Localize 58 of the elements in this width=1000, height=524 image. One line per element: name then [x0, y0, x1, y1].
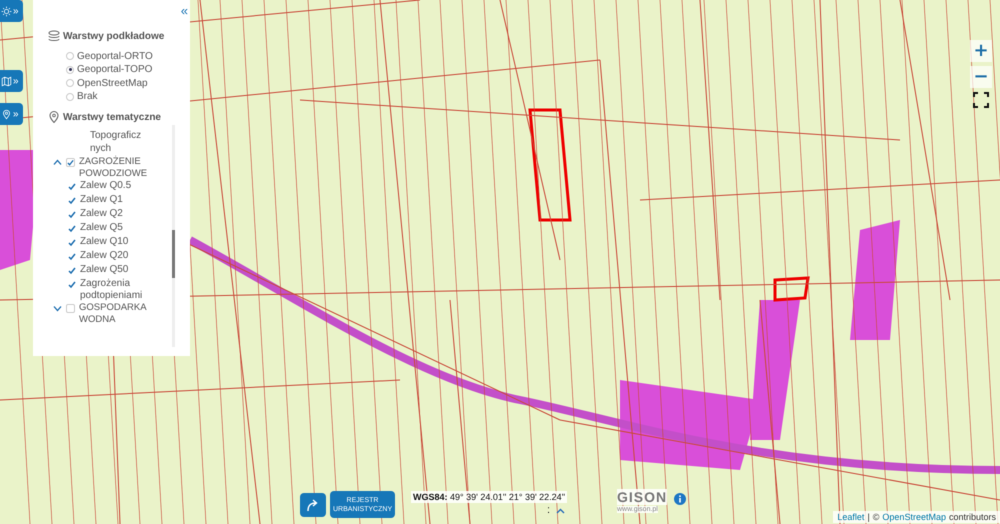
separator-text: |: [867, 512, 870, 522]
radio-button[interactable]: [66, 79, 74, 88]
fullscreen-icon[interactable]: [973, 92, 989, 108]
chevron-down-icon[interactable]: [53, 304, 62, 313]
location-pin-icon: [1, 108, 12, 120]
scrollbar-thumb[interactable]: [172, 230, 175, 278]
radio-button[interactable]: [66, 52, 74, 60]
layer-toggle-button[interactable]: »: [0, 0, 23, 22]
layer-toggle-button[interactable]: »: [0, 70, 23, 92]
layer-label: Zalew Q20: [80, 250, 128, 262]
checkbox[interactable]: [66, 158, 75, 167]
radio-label: Geoportal-TOPO: [77, 64, 152, 76]
radio-label: Brak: [77, 91, 98, 102]
checkbox[interactable]: [67, 210, 76, 219]
layer-label: Zalew Q2: [80, 208, 123, 220]
zoom-out-button[interactable]: −: [970, 66, 992, 88]
layer-label: Zalew Q1: [80, 194, 123, 206]
coordinates-value: 49° 39' 24.01'' 21° 39' 22.24'': [450, 492, 566, 502]
checkbox[interactable]: [67, 224, 76, 233]
toggle-text: :: [547, 504, 550, 516]
coordinates-label: WGS84:: [413, 492, 448, 502]
layers-icon: [48, 30, 60, 42]
sun-icon: [1, 6, 12, 16]
layer-toggle-button[interactable]: »: [0, 103, 23, 125]
checkbox[interactable]: [67, 280, 76, 289]
layer-label: Zalew Q10: [80, 236, 128, 248]
curved-arrow-icon: [306, 498, 320, 512]
chevron-up-icon[interactable]: [53, 158, 62, 167]
radio-button[interactable]: [66, 92, 74, 101]
layer-label: Zagrożenia podtopieniami: [80, 278, 144, 302]
section-heading: Warstwy podkładowe: [63, 30, 164, 42]
layer-label: Zalew Q0.5: [80, 180, 132, 192]
attribution-text: contributors: [948, 512, 996, 522]
layer-group-label: GOSPODARKA WODNA: [79, 302, 148, 326]
location-pin-icon: [48, 111, 60, 123]
redo-button[interactable]: [300, 493, 326, 517]
leaflet-link[interactable]: Leaflet: [837, 512, 864, 522]
layer-label: Topograficznych: [89, 129, 142, 155]
radio-label: OpenStreetMap: [77, 78, 148, 89]
copyright-text: ©: [872, 512, 880, 522]
checkbox[interactable]: [67, 252, 76, 261]
layer-label: Zalew Q50: [80, 264, 128, 276]
info-icon[interactable]: [674, 493, 686, 505]
checkbox[interactable]: [67, 182, 76, 191]
radio-label: Geoportal-ORTO: [77, 50, 153, 62]
radio-button[interactable]: [66, 66, 74, 74]
chevron-up-icon[interactable]: [556, 508, 565, 514]
layer-group-label: ZAGROŻENIE POWODZIOWE: [79, 156, 148, 180]
layer-label: Zalew Q5: [80, 222, 123, 234]
section-heading: Warstwy tematyczne: [63, 112, 161, 122]
checkbox[interactable]: [67, 238, 76, 247]
zoom-in-button[interactable]: +: [970, 40, 992, 62]
map-icon: [1, 76, 12, 86]
checkbox[interactable]: [67, 266, 76, 275]
collapse-panel-button[interactable]: «: [180, 4, 188, 17]
openstreetmap-link[interactable]: OpenStreetMap: [882, 512, 946, 522]
checkbox[interactable]: [67, 196, 76, 205]
brand-logo: GISON: [617, 489, 668, 505]
